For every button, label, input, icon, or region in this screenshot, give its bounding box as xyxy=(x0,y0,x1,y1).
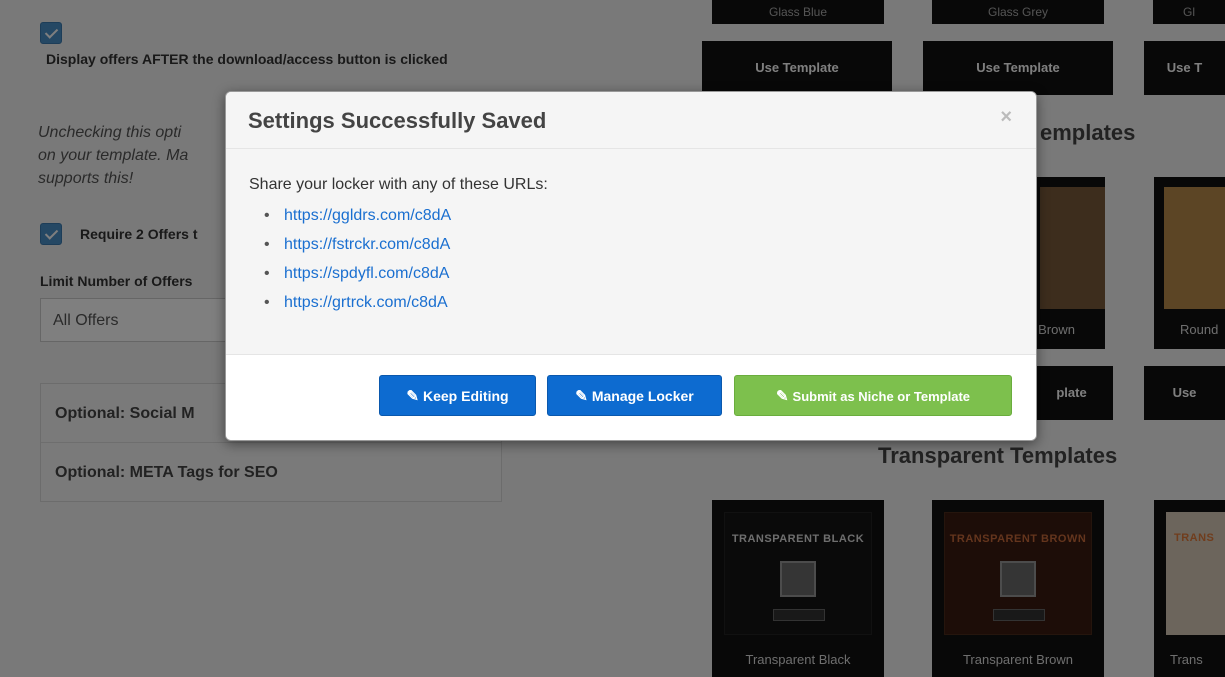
url-link-ggldrs[interactable]: https://ggldrs.com/c8dA xyxy=(284,207,451,224)
settings-saved-modal: Settings Successfully Saved × Share your… xyxy=(225,91,1037,441)
modal-body: Share your locker with any of these URLs… xyxy=(226,149,1036,354)
keep-editing-button[interactable]: ✎ Keep Editing xyxy=(379,375,536,416)
manage-locker-button[interactable]: ✎ Manage Locker xyxy=(547,375,722,416)
pencil-icon: ✎ xyxy=(406,388,419,405)
pencil-icon: ✎ xyxy=(575,388,588,405)
url-link-fstrckr[interactable]: https://fstrckr.com/c8dA xyxy=(284,236,450,253)
share-urls-intro: Share your locker with any of these URLs… xyxy=(249,176,548,193)
modal-title: Settings Successfully Saved xyxy=(248,108,547,133)
modal-footer: ✎ Keep Editing ✎ Manage Locker ✎ Submit as … xyxy=(226,354,1036,440)
submit-niche-template-button[interactable]: ✎ Submit as Niche or Template xyxy=(734,375,1012,416)
submit-niche-template-label: Submit as Niche or Template xyxy=(792,389,971,404)
url-list: • https://ggldrs.com/c8dA • https://fstrck… xyxy=(264,201,451,317)
keep-editing-label: Keep Editing xyxy=(423,388,509,404)
list-item: • https://spdyfl.com/c8dA xyxy=(264,265,450,282)
list-item: • https://ggldrs.com/c8dA xyxy=(264,207,452,224)
pencil-icon: ✎ xyxy=(775,388,789,405)
url-link-spdyfl[interactable]: https://spdyfl.com/c8dA xyxy=(284,265,449,282)
close-icon[interactable]: × xyxy=(1000,106,1012,129)
manage-locker-label: Manage Locker xyxy=(591,388,694,404)
list-item: • https://fstrckr.com/c8dA xyxy=(264,236,451,253)
list-item: • https://grtrck.com/c8dA xyxy=(264,294,448,311)
modal-header: Settings Successfully Saved × xyxy=(226,92,1036,149)
url-link-grtrck[interactable]: https://grtrck.com/c8dA xyxy=(284,294,448,311)
